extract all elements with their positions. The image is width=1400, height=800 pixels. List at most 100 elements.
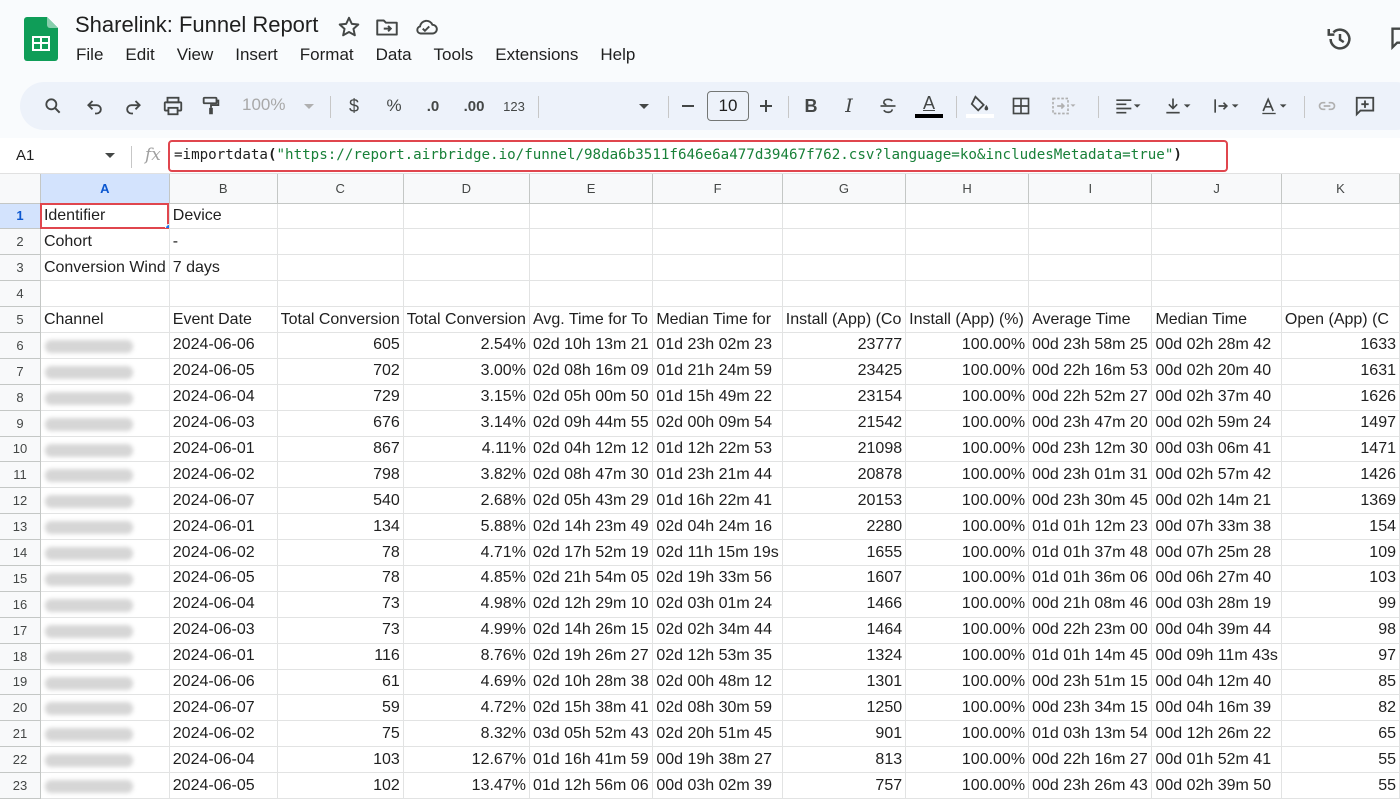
cell-g16[interactable]: 1466 — [781, 590, 907, 618]
cell-j3[interactable] — [1151, 254, 1282, 282]
cell-k21[interactable]: 65 — [1280, 720, 1400, 748]
cell-a11[interactable] — [39, 461, 170, 489]
cell-a3[interactable]: Conversion Wind — [39, 254, 170, 282]
cell-f5[interactable]: Median Time for — [652, 306, 783, 333]
decrease-font-size-button[interactable] — [678, 92, 698, 120]
cell-i14[interactable]: 01d 01h 37m 48 — [1028, 539, 1153, 566]
cell-c3[interactable] — [276, 254, 404, 282]
version-history-icon[interactable] — [1325, 24, 1355, 54]
comments-icon[interactable] — [1386, 24, 1400, 52]
cell-a20[interactable] — [39, 694, 170, 722]
menu-view[interactable]: View — [177, 45, 214, 65]
menu-format[interactable]: Format — [300, 45, 354, 65]
cell-b19[interactable]: 2024-06-06 — [168, 668, 278, 696]
cell-c16[interactable]: 73 — [276, 590, 404, 618]
sheets-logo-icon[interactable] — [24, 17, 58, 61]
undo-icon[interactable] — [82, 92, 108, 120]
cell-i23[interactable]: 00d 23h 26m 43 — [1028, 772, 1153, 799]
column-header-h[interactable]: H — [905, 174, 1030, 204]
cell-e13[interactable]: 02d 14h 23m 49 — [528, 513, 654, 541]
column-header-g[interactable]: G — [781, 174, 907, 204]
cell-f7[interactable]: 01d 21h 24m 59 — [652, 357, 783, 385]
print-icon[interactable] — [160, 92, 186, 120]
cell-g20[interactable]: 1250 — [781, 694, 907, 722]
cell-a1[interactable]: Identifier — [39, 202, 170, 230]
cell-e17[interactable]: 02d 14h 26m 15 — [528, 616, 654, 644]
borders-icon[interactable] — [1008, 92, 1034, 120]
cell-k4[interactable] — [1280, 280, 1400, 308]
cell-i17[interactable]: 00d 22h 23m 00 — [1028, 616, 1153, 644]
merge-cells-icon[interactable] — [1046, 92, 1080, 120]
cell-a10[interactable] — [39, 435, 170, 463]
cell-k12[interactable]: 1369 — [1280, 487, 1400, 515]
cell-f1[interactable] — [652, 202, 783, 230]
row-header[interactable]: 7 — [0, 357, 41, 385]
cell-g12[interactable]: 20153 — [781, 487, 907, 515]
cell-c14[interactable]: 78 — [276, 539, 404, 566]
row-header[interactable]: 19 — [0, 668, 41, 696]
currency-format-button[interactable]: $ — [344, 92, 364, 120]
insert-link-icon[interactable] — [1314, 92, 1340, 120]
cell-i3[interactable] — [1028, 254, 1153, 282]
cell-h4[interactable] — [905, 280, 1030, 308]
menu-extensions[interactable]: Extensions — [495, 45, 578, 65]
cell-h6[interactable]: 100.00% — [905, 331, 1030, 359]
cell-j18[interactable]: 00d 09h 11m 43s — [1151, 642, 1282, 670]
cell-k14[interactable]: 109 — [1280, 539, 1400, 566]
cell-f12[interactable]: 01d 16h 22m 41 — [652, 487, 783, 515]
cell-c5[interactable]: Total Conversion — [276, 306, 404, 333]
cell-b10[interactable]: 2024-06-01 — [168, 435, 278, 463]
cell-f23[interactable]: 00d 03h 02m 39 — [652, 772, 783, 799]
cell-i11[interactable]: 00d 23h 01m 31 — [1028, 461, 1153, 489]
cell-j13[interactable]: 00d 07h 33m 38 — [1151, 513, 1282, 541]
cell-i18[interactable]: 01d 01h 14m 45 — [1028, 642, 1153, 670]
row-header[interactable]: 4 — [0, 280, 41, 308]
cell-g22[interactable]: 813 — [781, 746, 907, 774]
cell-b13[interactable]: 2024-06-01 — [168, 513, 278, 541]
row-header[interactable]: 16 — [0, 590, 41, 618]
cell-f18[interactable]: 02d 12h 53m 35 — [652, 642, 783, 670]
cell-i12[interactable]: 00d 23h 30m 45 — [1028, 487, 1153, 515]
horizontal-align-icon[interactable] — [1110, 92, 1146, 120]
cell-e11[interactable]: 02d 08h 47m 30 — [528, 461, 654, 489]
cell-c8[interactable]: 729 — [276, 383, 404, 411]
increase-font-size-button[interactable] — [756, 92, 776, 120]
cell-g10[interactable]: 21098 — [781, 435, 907, 463]
row-header[interactable]: 11 — [0, 461, 41, 489]
cell-a17[interactable] — [39, 616, 170, 644]
cell-a8[interactable] — [39, 383, 170, 411]
cell-c2[interactable] — [276, 228, 404, 256]
cell-k18[interactable]: 97 — [1280, 642, 1400, 670]
cell-e12[interactable]: 02d 05h 43m 29 — [528, 487, 654, 515]
cell-k17[interactable]: 98 — [1280, 616, 1400, 644]
cell-j2[interactable] — [1151, 228, 1282, 256]
cell-j17[interactable]: 00d 04h 39m 44 — [1151, 616, 1282, 644]
cell-d13[interactable]: 5.88% — [402, 513, 530, 541]
row-header[interactable]: 21 — [0, 720, 41, 748]
strikethrough-icon[interactable] — [876, 92, 900, 120]
cell-c19[interactable]: 61 — [276, 668, 404, 696]
cell-c23[interactable]: 102 — [276, 772, 404, 799]
cell-i20[interactable]: 00d 23h 34m 15 — [1028, 694, 1153, 722]
search-icon[interactable] — [40, 92, 66, 120]
cell-j1[interactable] — [1151, 202, 1282, 230]
column-header-c[interactable]: C — [276, 174, 404, 204]
fill-handle[interactable] — [164, 224, 169, 228]
cell-f15[interactable]: 02d 19h 33m 56 — [652, 564, 783, 592]
star-icon[interactable] — [336, 14, 362, 40]
cell-d21[interactable]: 8.32% — [402, 720, 530, 748]
cell-h22[interactable]: 100.00% — [905, 746, 1030, 774]
row-header[interactable]: 8 — [0, 383, 41, 411]
menu-insert[interactable]: Insert — [235, 45, 278, 65]
cell-d3[interactable] — [402, 254, 530, 282]
text-color-button[interactable]: A — [914, 92, 944, 120]
name-box[interactable]: A1 — [16, 147, 34, 164]
row-header[interactable]: 14 — [0, 539, 41, 566]
menu-tools[interactable]: Tools — [434, 45, 474, 65]
cell-g3[interactable] — [781, 254, 907, 282]
row-header[interactable]: 18 — [0, 642, 41, 670]
cell-e8[interactable]: 02d 05h 00m 50 — [528, 383, 654, 411]
cell-d11[interactable]: 3.82% — [402, 461, 530, 489]
italic-button[interactable]: I — [838, 92, 860, 120]
cell-e19[interactable]: 02d 10h 28m 38 — [528, 668, 654, 696]
